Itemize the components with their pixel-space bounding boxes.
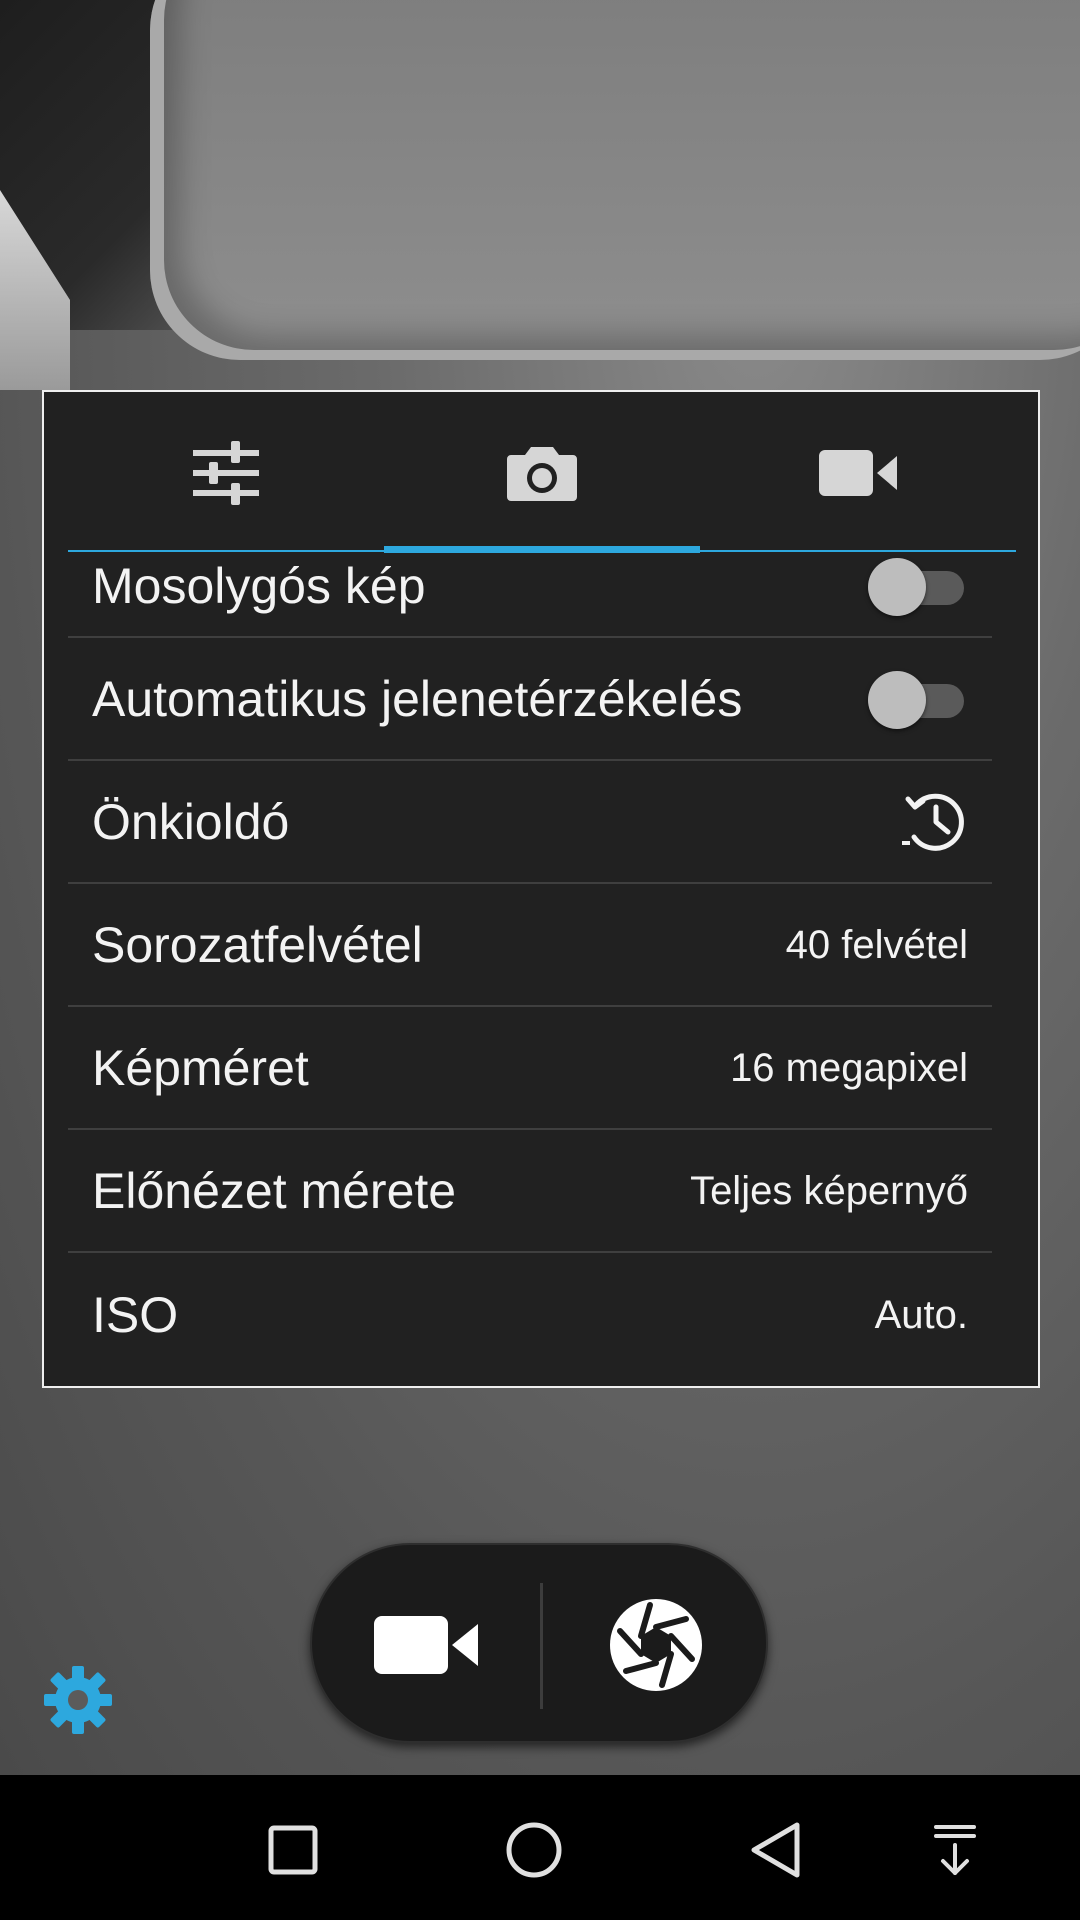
gear-icon (44, 1666, 112, 1734)
toggle-thumb (868, 670, 926, 729)
timer-icon (902, 793, 964, 851)
setting-value: 40 felvétel (785, 922, 968, 967)
video-camera-icon (374, 1616, 478, 1674)
tab-video-settings[interactable] (700, 392, 1016, 554)
selected-tab-indicator (384, 546, 700, 553)
capture-controls (310, 1543, 768, 1743)
setting-value: Teljes képernyő (690, 1168, 968, 1213)
take-photo-button[interactable] (542, 1545, 770, 1745)
setting-burst-shot[interactable]: Sorozatfelvétel 40 felvétel (68, 884, 992, 1007)
back-button[interactable] (720, 1795, 830, 1905)
setting-auto-scene-detection[interactable]: Automatikus jelenetérzékelés (68, 638, 992, 761)
auto-scene-toggle[interactable] (868, 669, 968, 729)
sliders-icon (193, 441, 259, 505)
setting-iso[interactable]: ISO Auto. (68, 1253, 992, 1376)
setting-value: 16 megapixel (730, 1045, 968, 1090)
setting-self-timer[interactable]: Önkioldó (68, 761, 992, 884)
setting-label: Sorozatfelvétel (92, 916, 423, 973)
viewfinder-object (150, 0, 1080, 360)
setting-value: Auto. (874, 1292, 968, 1337)
setting-label: Önkioldó (92, 793, 290, 850)
setting-label: Képméret (92, 1039, 309, 1096)
setting-preview-size[interactable]: Előnézet mérete Teljes képernyő (68, 1130, 992, 1253)
record-video-button[interactable] (312, 1545, 540, 1745)
setting-label: Automatikus jelenetérzékelés (92, 670, 743, 727)
camera-icon (507, 447, 577, 501)
notification-pull-down-button[interactable] (900, 1795, 1010, 1905)
shutter-aperture-icon (610, 1599, 702, 1691)
setting-picture-size[interactable]: Képméret 16 megapixel (68, 1007, 992, 1130)
smile-shot-toggle[interactable] (868, 556, 968, 616)
camera-settings-panel: Mosolygós kép Automatikus jelenetérzékel… (42, 390, 1040, 1388)
settings-tabs (68, 392, 1016, 554)
settings-list: Mosolygós kép Automatikus jelenetérzékel… (68, 554, 992, 1376)
notification-pull-down-icon (934, 1825, 976, 1875)
recent-apps-button[interactable] (238, 1795, 348, 1905)
setting-label: ISO (92, 1286, 179, 1343)
video-camera-icon (819, 450, 897, 496)
tab-photo-settings[interactable] (384, 392, 700, 554)
back-icon (751, 1822, 800, 1878)
setting-label: Mosolygós kép (92, 558, 426, 614)
setting-smile-shot[interactable]: Mosolygós kép (68, 554, 992, 638)
recent-apps-icon (268, 1825, 318, 1875)
tab-general-settings[interactable] (68, 392, 384, 554)
home-icon (506, 1822, 562, 1878)
home-button[interactable] (479, 1795, 589, 1905)
camera-settings-button[interactable] (42, 1664, 114, 1736)
setting-label: Előnézet mérete (92, 1162, 457, 1219)
navigation-bar (0, 1775, 1080, 1920)
toggle-thumb (868, 558, 926, 616)
